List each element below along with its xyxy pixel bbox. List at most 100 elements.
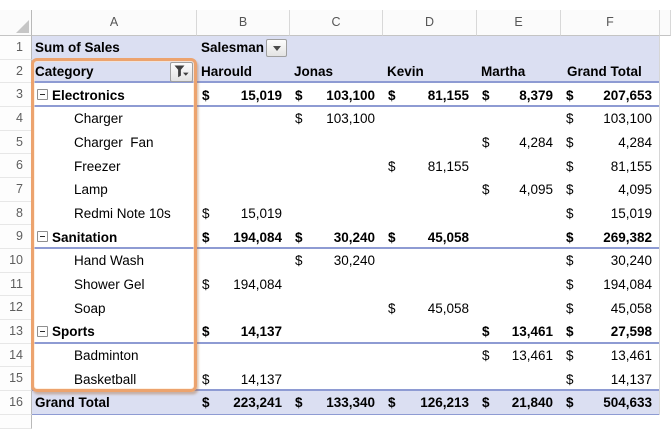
cell-value-r9-c1[interactable]: $194,084 (202, 225, 282, 249)
text-label: Martha (481, 64, 526, 79)
cell-grand-total-c4[interactable]: $21,840 (482, 391, 553, 415)
cell-value-r6-c3[interactable]: $81,155 (388, 154, 469, 178)
cell-value-r12-c3[interactable]: $45,058 (388, 296, 469, 320)
cell-value-r7-c4[interactable]: $4,095 (482, 178, 553, 202)
row-header-11[interactable]: 11 (0, 272, 32, 297)
cell-value-r7-c5[interactable]: $4,095 (566, 178, 652, 202)
cell-category-sanitation[interactable]: Sanitation (52, 225, 195, 249)
cell-value-r9-c2[interactable]: $30,240 (295, 225, 375, 249)
cell-value-r5-c4[interactable]: $4,284 (482, 131, 553, 155)
cell-value-r11-c5[interactable]: $194,084 (566, 273, 652, 297)
cell-value-r8-c1[interactable]: $15,019 (202, 202, 282, 226)
text-label: $ (202, 206, 210, 222)
column-header-partial[interactable] (660, 10, 671, 36)
cell-item-badminton[interactable]: Badminton (74, 344, 195, 368)
column-header-b[interactable]: B (197, 10, 290, 36)
cell-grand-total-c5[interactable]: $504,633 (566, 391, 652, 415)
cell-item-soap[interactable]: Soap (74, 296, 195, 320)
cell-salesman-header-martha[interactable]: Martha (481, 60, 559, 84)
cell-value-r3-c1[interactable]: $15,019 (202, 83, 282, 107)
text-label: 194,084 (233, 277, 282, 293)
cell-item-basketball[interactable]: Basketball (74, 367, 195, 391)
select-all-corner[interactable] (0, 10, 32, 36)
cell-grand-total-header[interactable]: Grand Total (567, 60, 658, 84)
collapse-button-sanitation[interactable] (37, 231, 48, 243)
cell-value-r9-c5[interactable]: $269,382 (566, 225, 652, 249)
cell-grand-total-c3[interactable]: $126,213 (388, 391, 469, 415)
cell-value-r4-c5[interactable]: $103,100 (566, 107, 652, 131)
row-header-3[interactable]: 3 (0, 83, 32, 108)
column-header-d[interactable]: D (383, 10, 477, 36)
column-header-e[interactable]: E (477, 10, 561, 36)
text-label: $ (566, 229, 574, 245)
cell-value-r15-c1[interactable]: $14,137 (202, 367, 282, 391)
cell-value-r3-c3[interactable]: $81,155 (388, 83, 469, 107)
cell-salesman-header-jonas[interactable]: Jonas (294, 60, 381, 84)
cell-value-r13-c1[interactable]: $14,137 (202, 320, 282, 344)
cell-grand-total-c1[interactable]: $223,241 (202, 391, 282, 415)
text-label: $ (295, 229, 303, 245)
cell-value-r9-c3[interactable]: $45,058 (388, 225, 469, 249)
cell-value-r14-c5[interactable]: $13,461 (566, 344, 652, 368)
cell-value-r13-c4[interactable]: $13,461 (482, 320, 553, 344)
row-header-15[interactable]: 15 (0, 367, 32, 392)
salesman-dropdown-button[interactable] (266, 39, 287, 57)
collapse-button-electronics[interactable] (37, 89, 48, 101)
cell-value-r11-c1[interactable]: $194,084 (202, 273, 282, 297)
text-label: Sports (52, 324, 95, 340)
row-header-7[interactable]: 7 (0, 178, 32, 202)
cell-value-r10-c5[interactable]: $30,240 (566, 249, 652, 273)
cell-value-r3-c4[interactable]: $8,379 (482, 83, 553, 107)
text-label: 194,084 (603, 277, 652, 293)
text-label: 15,019 (240, 206, 282, 222)
cell-value-r12-c5[interactable]: $45,058 (566, 296, 652, 320)
row-header-10[interactable]: 10 (0, 249, 32, 273)
row-header-partial[interactable] (0, 414, 32, 429)
cell-value-r13-c5[interactable]: $27,598 (566, 320, 652, 344)
column-header-f[interactable]: F (561, 10, 660, 36)
text-label: 14,137 (240, 371, 282, 387)
row-header-6[interactable]: 6 (0, 154, 32, 179)
text-label: 30,240 (610, 253, 652, 269)
row-header-1[interactable]: 1 (0, 36, 32, 60)
collapse-button-sports[interactable] (37, 326, 48, 338)
row-header-5[interactable]: 5 (0, 130, 32, 155)
row-header-12[interactable]: 12 (0, 296, 32, 321)
cell-category-sports[interactable]: Sports (52, 320, 195, 344)
cell-value-r5-c5[interactable]: $4,284 (566, 131, 652, 155)
column-header-a[interactable]: A (32, 10, 197, 36)
row-header-2[interactable]: 2 (0, 59, 32, 84)
text-label: $ (566, 182, 574, 198)
cell-item-hand-wash[interactable]: Hand Wash (74, 249, 195, 273)
cell-value-r3-c2[interactable]: $103,100 (295, 83, 375, 107)
text-label: $ (482, 87, 490, 103)
text-label: 4,095 (519, 182, 553, 198)
cell-value-r10-c2[interactable]: $30,240 (295, 249, 375, 273)
row-header-14[interactable]: 14 (0, 343, 32, 368)
cell-item-charger[interactable]: Charger (74, 107, 195, 131)
row-header-16[interactable]: 16 (0, 391, 32, 415)
row-header-9[interactable]: 9 (0, 225, 32, 250)
cell-salesman-header-harould[interactable]: Harould (201, 60, 288, 84)
row-header-8[interactable]: 8 (0, 201, 32, 226)
cell-item-shower-gel[interactable]: Shower Gel (74, 273, 195, 297)
cell-salesman-header-kevin[interactable]: Kevin (387, 60, 475, 84)
cell-value-r8-c5[interactable]: $15,019 (566, 202, 652, 226)
cell-category-electronics[interactable]: Electronics (52, 83, 195, 107)
column-header-c[interactable]: C (290, 10, 383, 36)
cell-grand-total-c2[interactable]: $133,340 (295, 391, 375, 415)
cell-value-r3-c5[interactable]: $207,653 (566, 83, 652, 107)
cell-item-redmi-note-10s[interactable]: Redmi Note 10s (74, 202, 195, 226)
cell-value-r6-c5[interactable]: $81,155 (566, 154, 652, 178)
row-header-13[interactable]: 13 (0, 320, 32, 344)
cell-value-r4-c2[interactable]: $103,100 (295, 107, 375, 131)
row-header-4[interactable]: 4 (0, 107, 32, 131)
cell-grand-total-label[interactable]: Grand Total (35, 391, 195, 415)
cell-item-charger-fan[interactable]: Charger Fan (74, 131, 195, 155)
cell-value-field-label[interactable]: Sum of Sales (35, 36, 195, 60)
cell-item-freezer[interactable]: Freezer (74, 154, 195, 178)
category-filter-button[interactable] (170, 61, 193, 82)
cell-item-lamp[interactable]: Lamp (74, 178, 195, 202)
cell-value-r14-c4[interactable]: $13,461 (482, 344, 553, 368)
cell-value-r15-c5[interactable]: $14,137 (566, 367, 652, 391)
